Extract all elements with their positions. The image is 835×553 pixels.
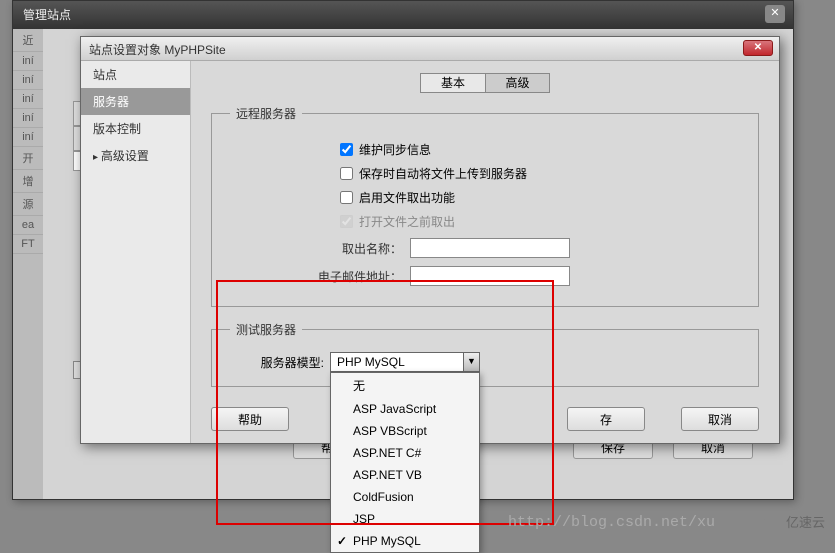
modal-cancel-button[interactable]: 取消 — [681, 407, 759, 431]
test-legend: 测试服务器 — [230, 321, 302, 338]
modal-tabs: 基本高级 — [211, 73, 759, 93]
opt-asp-vb[interactable]: ASP VBScript — [331, 420, 479, 442]
left-cell: iní — [13, 128, 43, 147]
cb-checkout-label: 启用文件取出功能 — [359, 189, 455, 206]
left-cell: iní — [13, 52, 43, 71]
nav-server[interactable]: 服务器 — [81, 88, 190, 115]
opt-jsp[interactable]: JSP — [331, 508, 479, 530]
cb-checkout[interactable] — [340, 191, 353, 204]
cb-upload[interactable] — [340, 167, 353, 180]
cb-open-checkout-label: 打开文件之前取出 — [359, 213, 455, 230]
left-cell: 开 — [13, 147, 43, 170]
bg-titlebar: 管理站点 ✕ — [13, 1, 793, 29]
cloud-icon — [760, 515, 782, 529]
opt-coldfusion[interactable]: ColdFusion — [331, 486, 479, 508]
modal-main: 基本高级 远程服务器 维护同步信息 保存时自动将文件上传到服务器 启用文件取出功… — [191, 61, 779, 443]
cb-upload-label: 保存时自动将文件上传到服务器 — [359, 165, 527, 182]
opt-asp-js[interactable]: ASP JavaScript — [331, 398, 479, 420]
modal-help-button[interactable]: 帮助 — [211, 407, 289, 431]
modal-buttons: 帮助 存 取消 — [211, 407, 759, 431]
modal-nav: 站点 服务器 版本控制 高级设置 — [81, 61, 191, 443]
server-model-dropdown: 无 ASP JavaScript ASP VBScript ASP.NET C#… — [330, 372, 480, 553]
left-cell: iní — [13, 71, 43, 90]
nav-site[interactable]: 站点 — [81, 61, 190, 88]
opt-aspnet-vb[interactable]: ASP.NET VB — [331, 464, 479, 486]
logo-text: 亿速云 — [786, 512, 825, 531]
checkout-name-label: 取出名称： — [230, 240, 410, 257]
server-model-combo[interactable]: ▼ 无 ASP JavaScript ASP VBScript ASP.NET … — [330, 352, 480, 372]
left-cell: ea — [13, 216, 43, 235]
tab-basic[interactable]: 基本 — [420, 73, 485, 93]
tab-advanced[interactable]: 高级 — [485, 73, 550, 93]
cb-sync[interactable] — [340, 143, 353, 156]
modal-titlebar: 站点设置对象 MyPHPSite ✕ — [81, 37, 779, 61]
site-setup-dialog: 站点设置对象 MyPHPSite ✕ 站点 服务器 版本控制 高级设置 基本高级… — [80, 36, 780, 444]
opt-php-mysql[interactable]: PHP MySQL — [331, 530, 479, 552]
model-label: 服务器模型: — [230, 354, 330, 371]
bg-close-button[interactable]: ✕ — [765, 5, 785, 23]
modal-title: 站点设置对象 MyPHPSite — [89, 43, 226, 57]
email-input — [410, 266, 570, 286]
cb-sync-label: 维护同步信息 — [359, 141, 431, 158]
bg-left-strip: 近 iní iní iní iní iní 开 增 源 ea FT — [13, 29, 43, 499]
cb-open-checkout — [340, 215, 353, 228]
nav-version[interactable]: 版本控制 — [81, 115, 190, 142]
left-cell: 近 — [13, 29, 43, 52]
watermark-text: http://blog.csdn.net/xu — [508, 514, 715, 531]
left-cell: FT — [13, 235, 43, 254]
server-model-input[interactable] — [330, 352, 480, 372]
checkout-name-input — [410, 238, 570, 258]
left-cell: 源 — [13, 193, 43, 216]
remote-legend: 远程服务器 — [230, 105, 302, 122]
remote-server-fieldset: 远程服务器 维护同步信息 保存时自动将文件上传到服务器 启用文件取出功能 打开文… — [211, 105, 759, 307]
left-cell: iní — [13, 109, 43, 128]
opt-aspnet-cs[interactable]: ASP.NET C# — [331, 442, 479, 464]
left-cell: 增 — [13, 170, 43, 193]
test-server-fieldset: 测试服务器 服务器模型: ▼ 无 ASP JavaScript ASP VBSc… — [211, 321, 759, 387]
combo-dropdown-button[interactable]: ▼ — [463, 352, 480, 372]
logo: 亿速云 — [760, 512, 825, 531]
nav-advanced[interactable]: 高级设置 — [81, 142, 190, 169]
left-cell: iní — [13, 90, 43, 109]
modal-close-button[interactable]: ✕ — [743, 40, 773, 56]
email-label: 电子邮件地址： — [230, 268, 410, 285]
bg-title: 管理站点 — [23, 8, 71, 22]
modal-body: 站点 服务器 版本控制 高级设置 基本高级 远程服务器 维护同步信息 保存时自动… — [81, 61, 779, 443]
modal-save-button[interactable]: 存 — [567, 407, 645, 431]
opt-none[interactable]: 无 — [331, 373, 479, 398]
